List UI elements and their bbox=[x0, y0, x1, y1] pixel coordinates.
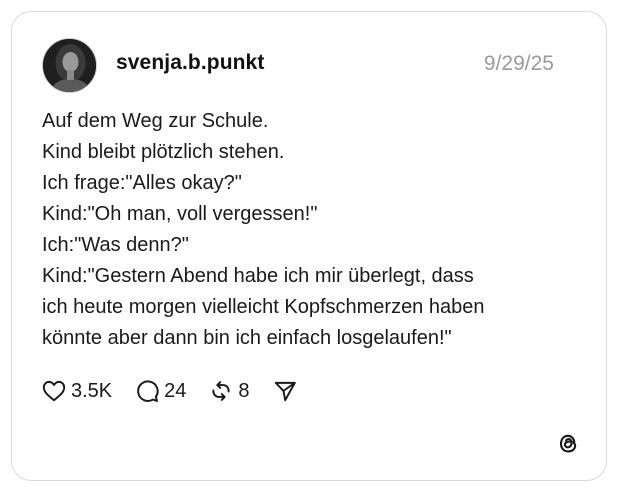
post-text-line: Kind bleibt plötzlich stehen. bbox=[42, 141, 285, 163]
post-text-line: könnte aber dann bin ich einfach losgela… bbox=[42, 327, 452, 349]
post-timestamp: 9/29/25 bbox=[483, 52, 554, 75]
heart-icon bbox=[42, 380, 66, 402]
post-text-line: Kind:"Gestern Abend habe ich mir überleg… bbox=[42, 265, 474, 287]
username[interactable]: svenja.b.punkt bbox=[116, 51, 264, 75]
speech-bubble-icon bbox=[137, 380, 159, 402]
repost-count: 8 bbox=[238, 379, 250, 402]
reply-count: 24 bbox=[164, 379, 187, 402]
share-button[interactable] bbox=[272, 378, 298, 404]
like-button[interactable]: 3.5K bbox=[41, 378, 112, 404]
post-text-line: Ich:"Was denn?" bbox=[42, 234, 189, 256]
post-text-line: Kind:"Oh man, voll vergessen!" bbox=[42, 203, 318, 225]
post-text: Auf dem Weg zur Schule. Kind bleibt plöt… bbox=[42, 106, 582, 354]
post-text-line: Ich frage:"Alles okay?" bbox=[42, 172, 242, 194]
action-bar: 3.5K 24 8 bbox=[41, 377, 320, 405]
avatar-photo bbox=[43, 39, 96, 92]
like-count: 3.5K bbox=[71, 379, 113, 402]
reply-button[interactable]: 24 bbox=[134, 378, 186, 404]
repost-button[interactable]: 8 bbox=[208, 378, 250, 404]
post-card: svenja.b.punkt 9/29/25 Auf dem Weg zur S… bbox=[11, 11, 607, 481]
post-text-line: Auf dem Weg zur Schule. bbox=[42, 110, 269, 132]
avatar[interactable] bbox=[42, 38, 97, 93]
paper-plane-icon bbox=[274, 381, 296, 402]
threads-logo-glyph bbox=[559, 434, 577, 453]
threads-logo-icon[interactable] bbox=[556, 431, 581, 456]
post-text-line: ich heute morgen vielleicht Kopfschmerze… bbox=[42, 296, 485, 318]
repost-arrows-icon bbox=[212, 381, 230, 401]
